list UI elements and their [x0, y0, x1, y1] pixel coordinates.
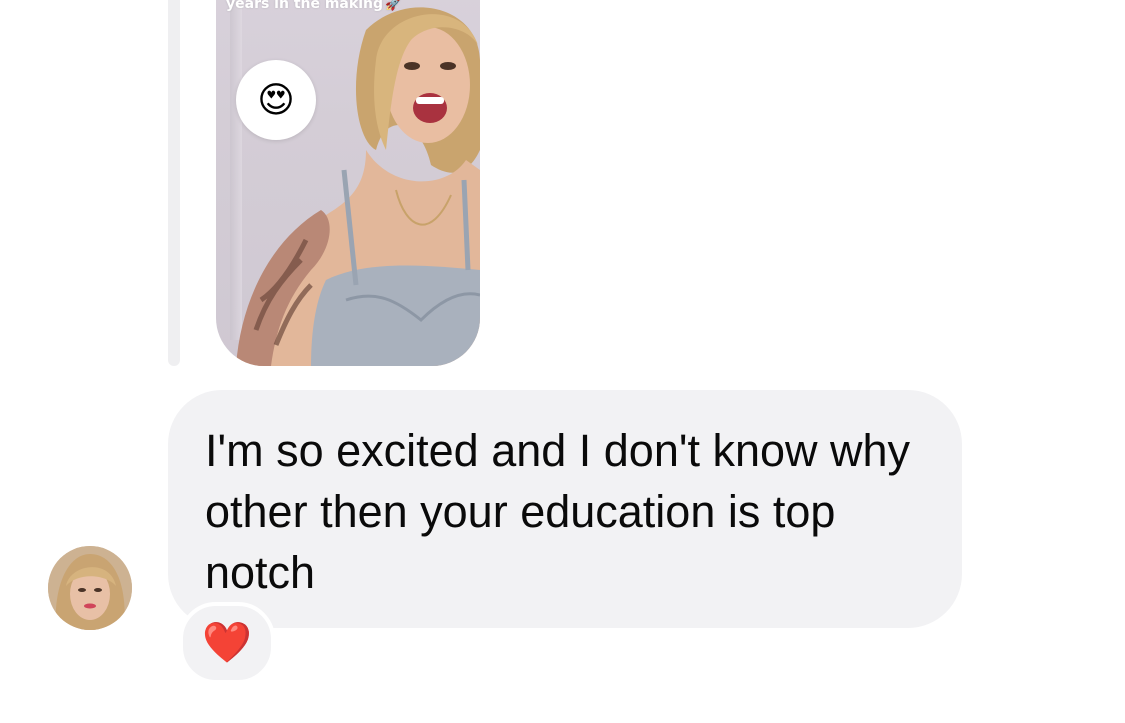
avatar-photo	[48, 546, 132, 630]
story-caption: years in the making 🚀	[226, 0, 401, 12]
heart-reaction-icon[interactable]: ❤️	[179, 602, 275, 684]
story-photo	[236, 7, 480, 366]
rocket-icon: 🚀	[384, 0, 402, 12]
message-bubble[interactable]: I'm so excited and I don't know why othe…	[168, 390, 962, 628]
story-thumbnail[interactable]: years in the making 🚀	[216, 0, 480, 366]
avatar[interactable]	[48, 546, 132, 630]
reply-indicator-bar	[168, 0, 180, 366]
story-reaction-emoji: 😍	[236, 60, 316, 140]
message-text: I'm so excited and I don't know why othe…	[205, 425, 911, 598]
